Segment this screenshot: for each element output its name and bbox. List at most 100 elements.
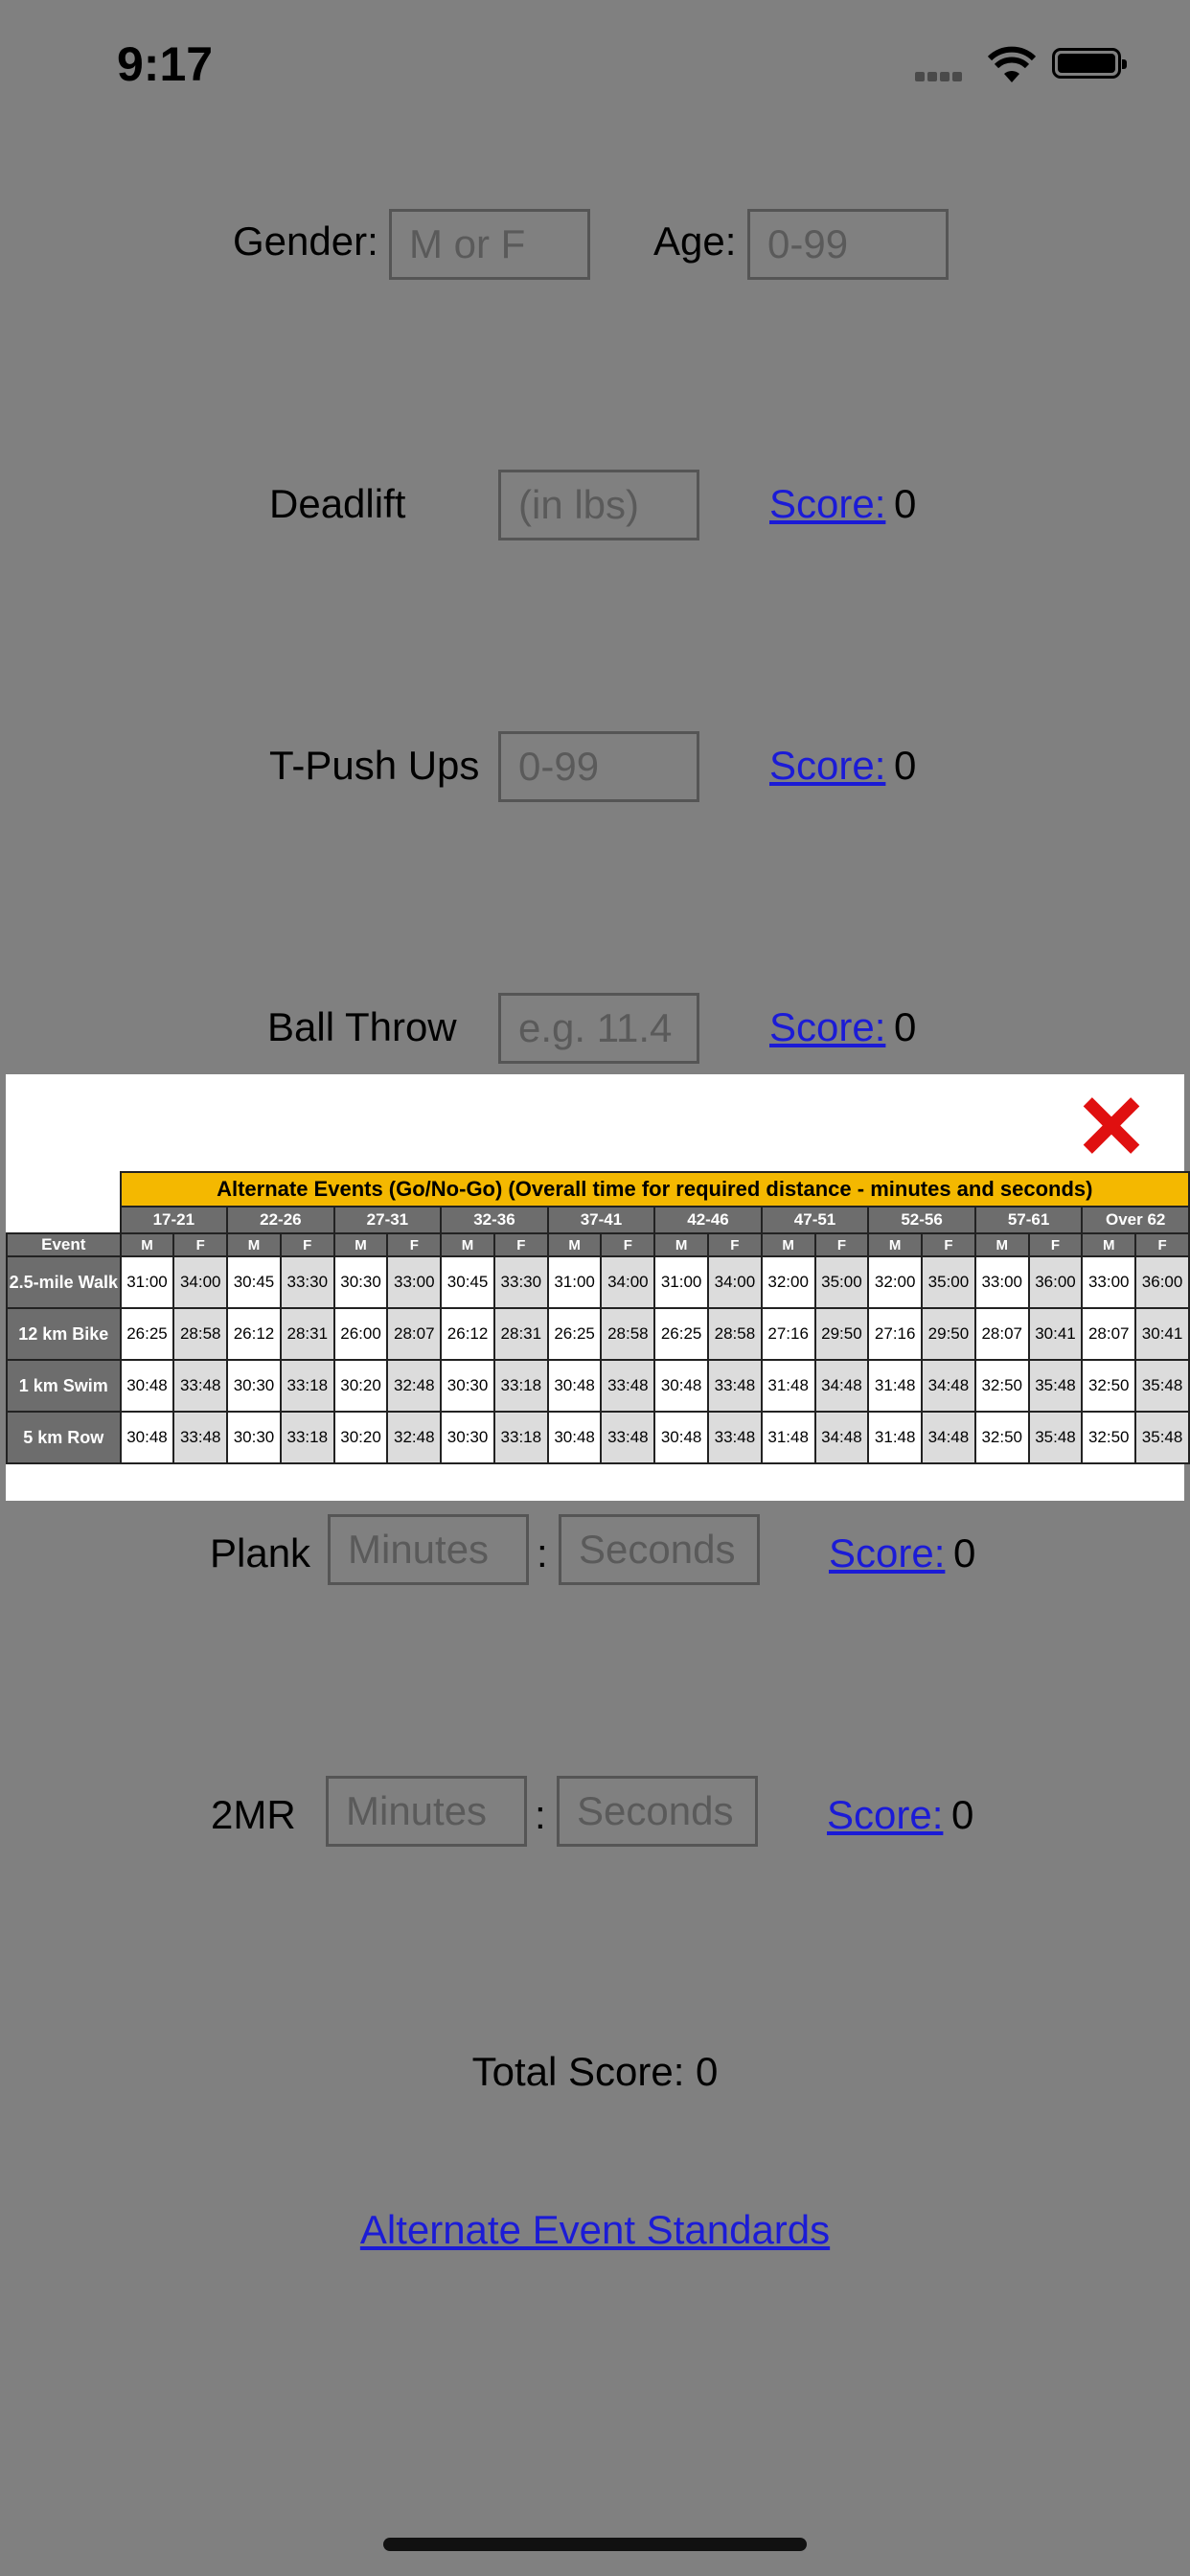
time-cell: 27:16 xyxy=(760,1307,816,1361)
deadlift-score-link[interactable]: Score: xyxy=(769,481,885,527)
time-cell: 28:31 xyxy=(279,1307,335,1361)
home-indicator[interactable] xyxy=(383,2538,807,2551)
time-cell: 28:07 xyxy=(973,1307,1030,1361)
plank-label: Plank xyxy=(210,1530,311,1576)
time-cell: 30:48 xyxy=(119,1411,175,1464)
time-cell: 34:00 xyxy=(172,1255,229,1309)
time-cell: 35:48 xyxy=(1027,1359,1084,1413)
alternate-event-standards-link[interactable]: Alternate Event Standards xyxy=(0,2207,1190,2253)
table-title: Alternate Events (Go/No-Go) (Overall tim… xyxy=(119,1171,1190,1208)
time-cell: 30:20 xyxy=(332,1411,389,1464)
time-cell: 30:30 xyxy=(440,1411,495,1464)
male-header: M xyxy=(1081,1232,1137,1257)
ballthrow-score-link[interactable]: Score: xyxy=(769,1004,885,1050)
gender-input[interactable]: M or F xyxy=(389,209,590,280)
time-cell: 34:48 xyxy=(921,1411,976,1464)
wifi-icon xyxy=(987,46,1037,82)
pushups-score-link[interactable]: Score: xyxy=(769,743,885,789)
time-cell: 35:48 xyxy=(1134,1359,1190,1413)
time-cell: 35:00 xyxy=(921,1255,976,1309)
male-header: M xyxy=(973,1232,1030,1257)
male-header: M xyxy=(119,1232,175,1257)
ballthrow-input[interactable]: e.g. 11.4 xyxy=(498,993,699,1064)
age-group-header: 52-56 xyxy=(867,1206,976,1234)
time-cell: 31:48 xyxy=(867,1411,924,1464)
twomr-seconds-input[interactable]: Seconds xyxy=(557,1776,758,1847)
table-row: 1 km Swim 30:48 33:48 30:30 33:18 30:20 32:48 3… xyxy=(6,1359,1190,1413)
time-cell: 31:48 xyxy=(760,1359,816,1413)
time-cell: 31:00 xyxy=(653,1255,709,1309)
time-cell: 30:45 xyxy=(226,1255,282,1309)
plank-score-value: 0 xyxy=(953,1530,976,1576)
time-cell: 28:58 xyxy=(600,1307,656,1361)
event-name: 12 km Bike xyxy=(6,1307,122,1361)
time-cell: 35:00 xyxy=(813,1255,870,1309)
time-cell: 28:07 xyxy=(1081,1307,1137,1361)
time-cell: 30:48 xyxy=(119,1359,175,1413)
time-cell: 32:50 xyxy=(973,1411,1030,1464)
twomr-minutes-input[interactable]: Minutes xyxy=(326,1776,527,1847)
age-group-header: 32-36 xyxy=(440,1206,549,1234)
time-cell: 32:48 xyxy=(386,1359,443,1413)
male-header: M xyxy=(760,1232,816,1257)
time-cell: 26:12 xyxy=(440,1307,495,1361)
female-header: F xyxy=(1134,1232,1190,1257)
close-icon[interactable] xyxy=(1081,1094,1142,1156)
cellular-signal-icon xyxy=(915,69,965,86)
time-cell: 31:00 xyxy=(119,1255,175,1309)
time-cell: 29:50 xyxy=(813,1307,870,1361)
time-cell: 34:00 xyxy=(707,1255,763,1309)
time-cell: 33:00 xyxy=(386,1255,443,1309)
pushups-label: T-Push Ups xyxy=(269,743,480,788)
time-cell: 30:30 xyxy=(440,1359,495,1413)
time-cell: 30:48 xyxy=(546,1411,603,1464)
time-cell: 28:58 xyxy=(707,1307,763,1361)
deadlift-score-value: 0 xyxy=(894,481,917,526)
time-cell: 33:00 xyxy=(973,1255,1030,1309)
age-input[interactable]: 0-99 xyxy=(747,209,949,280)
time-cell: 32:50 xyxy=(973,1359,1030,1413)
time-cell: 30:30 xyxy=(332,1255,389,1309)
alternate-events-table: Alternate Events (Go/No-Go) (Overall tim… xyxy=(6,1171,1190,1464)
time-cell: 34:48 xyxy=(813,1411,870,1464)
female-header: F xyxy=(386,1232,443,1257)
deadlift-input[interactable]: (in lbs) xyxy=(498,470,699,540)
deadlift-label: Deadlift xyxy=(269,481,406,526)
plank-seconds-input[interactable]: Seconds xyxy=(559,1514,760,1585)
time-cell: 32:00 xyxy=(760,1255,816,1309)
pushups-input[interactable]: 0-99 xyxy=(498,731,699,802)
time-cell: 30:48 xyxy=(653,1411,709,1464)
time-cell: 28:07 xyxy=(386,1307,443,1361)
plank-score-link[interactable]: Score: xyxy=(829,1530,945,1576)
time-cell: 30:48 xyxy=(546,1359,603,1413)
time-cell: 35:48 xyxy=(1134,1411,1190,1464)
age-group-header: 57-61 xyxy=(973,1206,1084,1234)
time-cell: 30:45 xyxy=(440,1255,495,1309)
time-cell: 32:50 xyxy=(1081,1411,1137,1464)
time-cell: 30:30 xyxy=(226,1411,282,1464)
time-cell: 34:00 xyxy=(600,1255,656,1309)
plank-colon: : xyxy=(537,1530,548,1576)
time-cell: 33:48 xyxy=(172,1359,229,1413)
time-cell: 33:48 xyxy=(600,1411,656,1464)
table-row: 2.5-mile Walk 31:00 34:00 30:45 33:30 30:30 33… xyxy=(6,1255,1190,1309)
female-header: F xyxy=(492,1232,549,1257)
twomr-score-link[interactable]: Score: xyxy=(827,1792,943,1838)
time-cell: 31:00 xyxy=(546,1255,603,1309)
time-cell: 33:30 xyxy=(492,1255,549,1309)
male-header: M xyxy=(440,1232,495,1257)
time-cell: 26:12 xyxy=(226,1307,282,1361)
age-label: Age: xyxy=(653,218,737,264)
female-header: F xyxy=(279,1232,335,1257)
battery-icon xyxy=(1052,48,1127,79)
time-cell: 33:18 xyxy=(492,1411,549,1464)
time-cell: 26:25 xyxy=(119,1307,175,1361)
age-group-header: 47-51 xyxy=(760,1206,870,1234)
time-cell: 36:00 xyxy=(1134,1255,1190,1309)
male-header: M xyxy=(653,1232,709,1257)
plank-minutes-input[interactable]: Minutes xyxy=(328,1514,529,1585)
time-cell: 31:48 xyxy=(867,1359,924,1413)
male-header: M xyxy=(546,1232,603,1257)
time-cell: 33:48 xyxy=(172,1411,229,1464)
twomr-colon: : xyxy=(535,1792,546,1837)
